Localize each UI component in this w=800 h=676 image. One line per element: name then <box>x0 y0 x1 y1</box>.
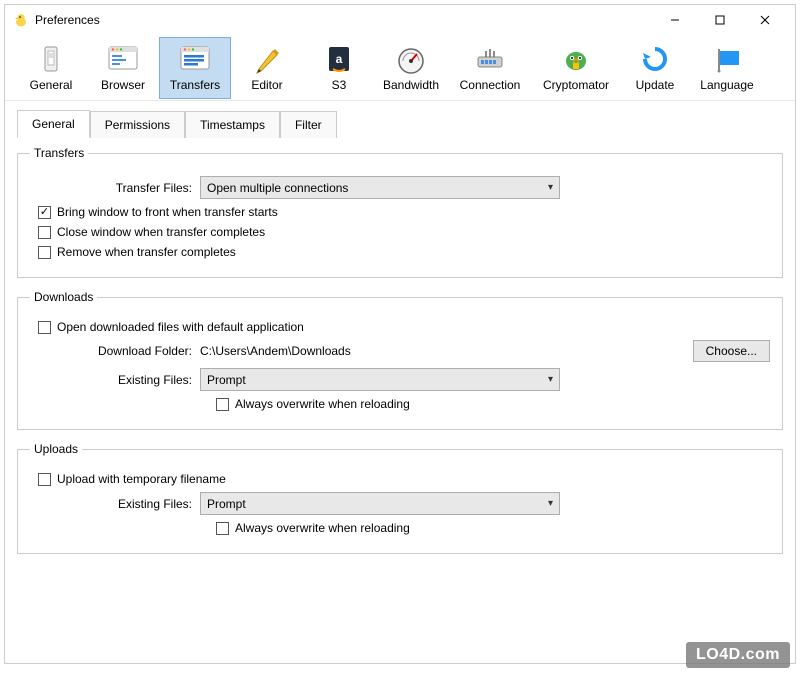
choose-button[interactable]: Choose... <box>693 340 770 362</box>
cb-downloads-overwrite[interactable] <box>216 398 229 411</box>
toolbar-bandwidth[interactable]: Bandwidth <box>375 37 447 99</box>
toolbar-general[interactable]: General <box>15 37 87 99</box>
s3-icon: a <box>323 43 355 75</box>
toolbar-browser[interactable]: Browser <box>87 37 159 99</box>
window-title: Preferences <box>35 13 652 27</box>
maximize-button[interactable] <box>697 6 742 34</box>
toolbar-cryptomator[interactable]: Cryptomator <box>533 37 619 99</box>
toolbar-connection[interactable]: Connection <box>447 37 533 99</box>
cb-downloads-overwrite-label: Always overwrite when reloading <box>235 397 410 411</box>
cb-remove-complete-label: Remove when transfer completes <box>57 245 236 259</box>
uploads-legend: Uploads <box>30 442 82 456</box>
toolbar-transfers-label: Transfers <box>170 78 220 92</box>
toolbar-language[interactable]: Language <box>691 37 763 99</box>
uploads-group: Uploads Upload with temporary filename E… <box>17 442 783 554</box>
toolbar-s3-label: S3 <box>332 78 347 92</box>
language-icon <box>711 43 743 75</box>
download-folder-path: C:\Users\Andem\Downloads <box>200 344 351 358</box>
transfers-legend: Transfers <box>30 146 88 160</box>
titlebar: Preferences <box>5 5 795 35</box>
close-button[interactable] <box>742 6 787 34</box>
transfer-files-value: Open multiple connections <box>207 181 348 195</box>
app-icon <box>13 12 29 28</box>
tab-general[interactable]: General <box>17 110 90 138</box>
download-folder-label: Download Folder: <box>30 344 200 358</box>
svg-text:a: a <box>336 52 343 66</box>
bandwidth-icon <box>395 43 427 75</box>
general-icon <box>35 43 67 75</box>
cb-remove-complete[interactable] <box>38 246 51 259</box>
transfer-files-select[interactable]: Open multiple connections ▾ <box>200 176 560 199</box>
transfers-icon <box>179 43 211 75</box>
cb-uploads-overwrite[interactable] <box>216 522 229 535</box>
toolbar: General Browser Transfers Editor a S3 <box>5 35 795 101</box>
toolbar-s3[interactable]: a S3 <box>303 37 375 99</box>
chevron-down-icon: ▾ <box>548 498 553 509</box>
connection-icon <box>474 43 506 75</box>
browser-icon <box>107 43 139 75</box>
toolbar-editor-label: Editor <box>251 78 282 92</box>
transfer-files-label: Transfer Files: <box>30 181 200 195</box>
cb-bring-front-label: Bring window to front when transfer star… <box>57 205 278 219</box>
toolbar-bandwidth-label: Bandwidth <box>383 78 439 92</box>
toolbar-language-label: Language <box>700 78 753 92</box>
downloads-existing-value: Prompt <box>207 373 246 387</box>
toolbar-editor[interactable]: Editor <box>231 37 303 99</box>
toolbar-update-label: Update <box>636 78 675 92</box>
watermark: LO4D.com <box>686 642 790 668</box>
minimize-button[interactable] <box>652 6 697 34</box>
window-controls <box>652 6 787 34</box>
chevron-down-icon: ▾ <box>548 182 553 193</box>
tab-timestamps[interactable]: Timestamps <box>185 111 280 138</box>
uploads-existing-value: Prompt <box>207 497 246 511</box>
sub-tabs: General Permissions Timestamps Filter <box>17 109 783 138</box>
update-icon <box>639 43 671 75</box>
downloads-existing-select[interactable]: Prompt ▾ <box>200 368 560 391</box>
cb-temp-filename[interactable] <box>38 473 51 486</box>
preferences-window: Preferences General Browser <box>4 4 796 664</box>
toolbar-transfers[interactable]: Transfers <box>159 37 231 99</box>
toolbar-update[interactable]: Update <box>619 37 691 99</box>
uploads-existing-label: Existing Files: <box>30 497 200 511</box>
cryptomator-icon <box>560 43 592 75</box>
tab-filter[interactable]: Filter <box>280 111 337 138</box>
toolbar-connection-label: Connection <box>460 78 521 92</box>
content-area: General Permissions Timestamps Filter Tr… <box>5 101 795 663</box>
cb-close-complete[interactable] <box>38 226 51 239</box>
toolbar-cryptomator-label: Cryptomator <box>543 78 609 92</box>
transfers-group: Transfers Transfer Files: Open multiple … <box>17 146 783 278</box>
cb-close-complete-label: Close window when transfer completes <box>57 225 265 239</box>
chevron-down-icon: ▾ <box>548 374 553 385</box>
cb-open-default-label: Open downloaded files with default appli… <box>57 320 304 334</box>
uploads-existing-select[interactable]: Prompt ▾ <box>200 492 560 515</box>
downloads-group: Downloads Open downloaded files with def… <box>17 290 783 430</box>
downloads-existing-label: Existing Files: <box>30 373 200 387</box>
toolbar-general-label: General <box>30 78 73 92</box>
cb-temp-filename-label: Upload with temporary filename <box>57 472 226 486</box>
toolbar-browser-label: Browser <box>101 78 145 92</box>
cb-open-default[interactable] <box>38 321 51 334</box>
cb-uploads-overwrite-label: Always overwrite when reloading <box>235 521 410 535</box>
cb-bring-front[interactable] <box>38 206 51 219</box>
downloads-legend: Downloads <box>30 290 97 304</box>
editor-icon <box>251 43 283 75</box>
tab-permissions[interactable]: Permissions <box>90 111 185 138</box>
